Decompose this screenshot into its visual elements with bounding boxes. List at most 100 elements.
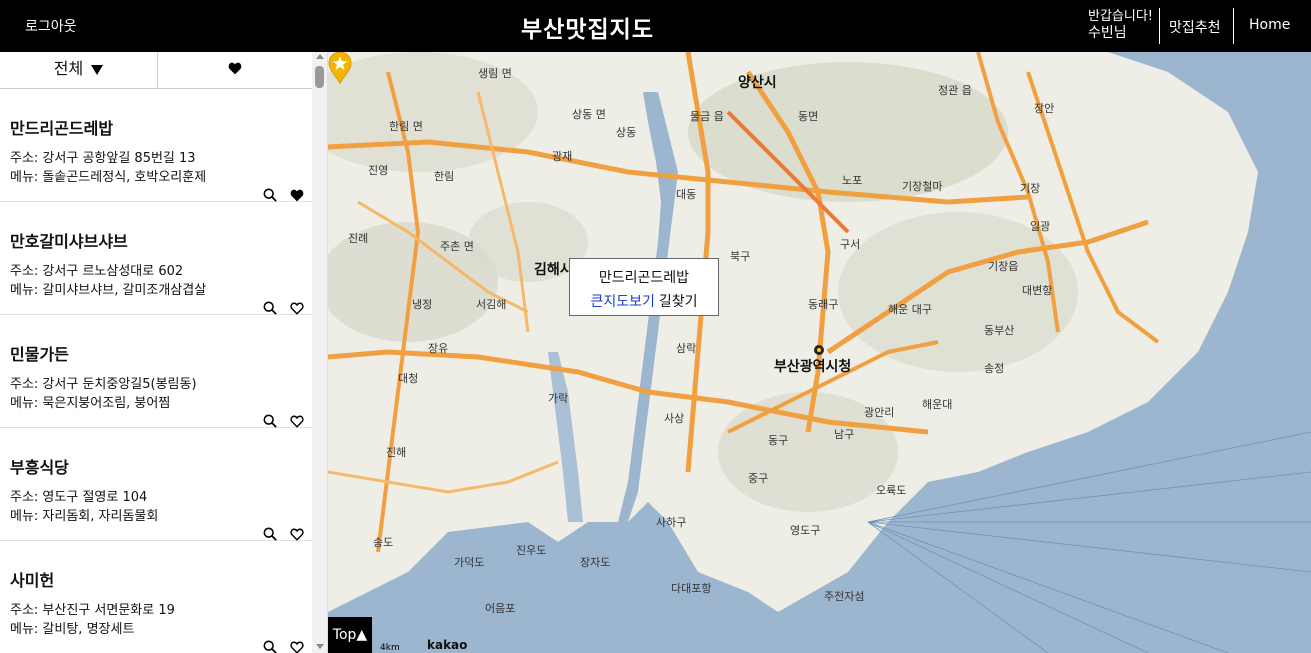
map-label: 가락 xyxy=(548,392,569,405)
map-label: 오륙도 xyxy=(876,484,907,497)
map-label: 김해시 xyxy=(534,262,573,278)
map-label: 광재 xyxy=(552,150,573,163)
nav-home-link[interactable]: Home xyxy=(1249,17,1290,33)
heart-filled-icon xyxy=(228,62,242,75)
map-label: 한림 면 xyxy=(389,120,423,133)
tab-favorites[interactable] xyxy=(157,52,312,89)
map-label: 진영 xyxy=(368,164,389,177)
top-button-label: Top xyxy=(332,627,357,643)
restaurant-address: 주소: 부산진구 서면문화로 19 xyxy=(10,603,175,618)
map-label: 기장 xyxy=(1020,182,1041,195)
map-label: 진우도 xyxy=(516,544,547,557)
map-label: 광안리 xyxy=(864,406,895,419)
restaurant-menu: 메뉴: 묵은지붕어조림, 붕어찜 xyxy=(10,396,171,411)
scroll-thumb[interactable] xyxy=(315,66,324,88)
map-label: 구서 xyxy=(840,238,861,251)
map-label: 동래구 xyxy=(808,298,839,311)
map-label: 주촌 면 xyxy=(440,240,474,253)
restaurant-address: 주소: 강서구 공항앞길 85번길 13 xyxy=(10,151,196,166)
map-view[interactable]: 양산시 김해시 부산광역시청 생림 면 상동 면 상동 물금 읍 동면 한림 면… xyxy=(328,52,1311,653)
map-label: 양산시 xyxy=(738,75,777,91)
triangle-up-icon: ▲ xyxy=(356,627,368,643)
map-label: 영도구 xyxy=(790,524,821,537)
map-label: 송정 xyxy=(984,362,1005,375)
greeting-text: 반갑습니다! xyxy=(1088,9,1154,24)
map-label: 장자도 xyxy=(580,556,611,569)
list-item[interactable]: 만호갈미샤브샤브 주소: 강서구 르노삼성대로 602 메뉴: 갈미샤브샤브, … xyxy=(0,202,312,315)
map-label: 물금 읍 xyxy=(690,110,724,123)
nav-divider xyxy=(1233,8,1234,44)
map-label: 정관 읍 xyxy=(938,84,972,97)
map-label: 한림 xyxy=(434,170,455,183)
map-label: 해운대 xyxy=(922,398,953,411)
restaurant-address: 주소: 영도구 절영로 104 xyxy=(10,490,148,505)
map-label: 어음포 xyxy=(485,602,516,615)
map-label: 상동 면 xyxy=(572,108,606,121)
restaurant-list: 만드리곤드레밥 주소: 강서구 공항앞길 85번길 13 메뉴: 돌솥곤드레정식… xyxy=(0,89,312,653)
heart-outline-icon[interactable] xyxy=(290,639,304,653)
popup-restaurant-name: 만드리곤드레밥 xyxy=(598,270,690,286)
map-label: 가덕도 xyxy=(454,556,485,569)
map-label: 대동 xyxy=(676,188,697,201)
restaurant-name: 만드리곤드레밥 xyxy=(10,119,114,138)
map-label: 동부산 xyxy=(984,324,1015,337)
restaurant-name: 부흥식당 xyxy=(10,458,69,477)
map-label: 동구 xyxy=(768,434,789,447)
map-label: 부산광역시청 xyxy=(774,359,852,375)
map-label: 진례 xyxy=(348,232,369,245)
map-label: 다대포항 xyxy=(671,582,712,595)
restaurant-sidebar: 전체 만드리곤드레밥 주소: 강서구 공항앞길 85번길 13 메뉴: 돌솥곤드… xyxy=(0,52,328,653)
list-item[interactable]: 민물가든 주소: 강서구 둔치중앙길5(봉림동) 메뉴: 묵은지붕어조림, 붕어… xyxy=(0,315,312,428)
map-label: 대변항 xyxy=(1022,284,1053,297)
restaurant-name: 만호갈미샤브샤브 xyxy=(10,232,128,251)
map-label: 생림 면 xyxy=(478,67,512,80)
map-label: 노포 xyxy=(842,174,863,187)
restaurant-name: 사미헌 xyxy=(10,571,55,590)
search-icon[interactable] xyxy=(263,639,277,653)
map-label: 진해 xyxy=(386,446,407,459)
scroll-up-arrow-icon[interactable] xyxy=(316,54,324,59)
list-item[interactable]: 부흥식당 주소: 영도구 절영로 104 메뉴: 자리돔회, 자리돔물회 xyxy=(0,428,312,541)
map-label: 사하구 xyxy=(656,516,687,529)
list-item[interactable]: 사미헌 주소: 부산진구 서면문화로 19 메뉴: 갈비탕, 명장세트 xyxy=(0,541,312,653)
restaurant-menu: 메뉴: 갈미샤브샤브, 갈미조개삼겹살 xyxy=(10,283,207,298)
map-label: 냉정 xyxy=(412,298,433,311)
list-item[interactable]: 만드리곤드레밥 주소: 강서구 공항앞길 85번길 13 메뉴: 돌솥곤드레정식… xyxy=(0,89,312,202)
nav-divider xyxy=(1159,8,1160,44)
map-star-marker-icon[interactable] xyxy=(328,52,352,84)
map-label: 남구 xyxy=(834,428,855,441)
map-label: 기장읍 xyxy=(988,260,1019,273)
filter-tabs: 전체 xyxy=(0,52,312,89)
map-label: 삼락 xyxy=(676,342,697,355)
map-label: 기장철마 xyxy=(902,180,943,193)
map-label: 중구 xyxy=(748,472,769,485)
route-link[interactable]: 길찾기 xyxy=(659,294,698,310)
nav-recommend-link[interactable]: 맛집추천 xyxy=(1169,17,1221,37)
map-label: 북구 xyxy=(730,250,751,263)
big-map-link[interactable]: 큰지도보기 xyxy=(590,294,654,310)
tab-all-label: 전체 xyxy=(53,59,84,78)
user-name: 수빈님 xyxy=(1088,25,1127,41)
map-label: 서김해 xyxy=(476,298,507,311)
kakao-logo: kakao xyxy=(427,638,468,652)
restaurant-address: 주소: 강서구 르노삼성대로 602 xyxy=(10,264,184,279)
restaurant-menu: 메뉴: 갈비탕, 명장세트 xyxy=(10,622,135,637)
sidebar-scrollbar[interactable] xyxy=(312,52,327,653)
map-scale: 4km xyxy=(380,643,400,653)
map-label: 송도 xyxy=(373,536,394,549)
restaurant-menu: 메뉴: 돌솥곤드레정식, 호박오리훈제 xyxy=(10,170,207,185)
map-label: 주전자섬 xyxy=(824,590,865,603)
restaurant-address: 주소: 강서구 둔치중앙길5(봉림동) xyxy=(10,377,197,392)
map-label: 장유 xyxy=(428,342,449,355)
map-label: 대청 xyxy=(398,372,419,385)
page-title: 부산맛집지도 xyxy=(521,17,654,43)
map-label: 해운 대구 xyxy=(888,303,932,316)
map-label: 상동 xyxy=(616,126,637,139)
top-button[interactable]: Top▲ xyxy=(328,617,372,653)
map-label: 장안 xyxy=(1034,102,1055,115)
scroll-down-arrow-icon[interactable] xyxy=(316,644,324,649)
restaurant-menu: 메뉴: 자리돔회, 자리돔물회 xyxy=(10,509,159,524)
restaurant-name: 민물가든 xyxy=(10,345,69,364)
tab-all[interactable]: 전체 xyxy=(0,52,157,89)
map-label: 동면 xyxy=(798,110,819,123)
